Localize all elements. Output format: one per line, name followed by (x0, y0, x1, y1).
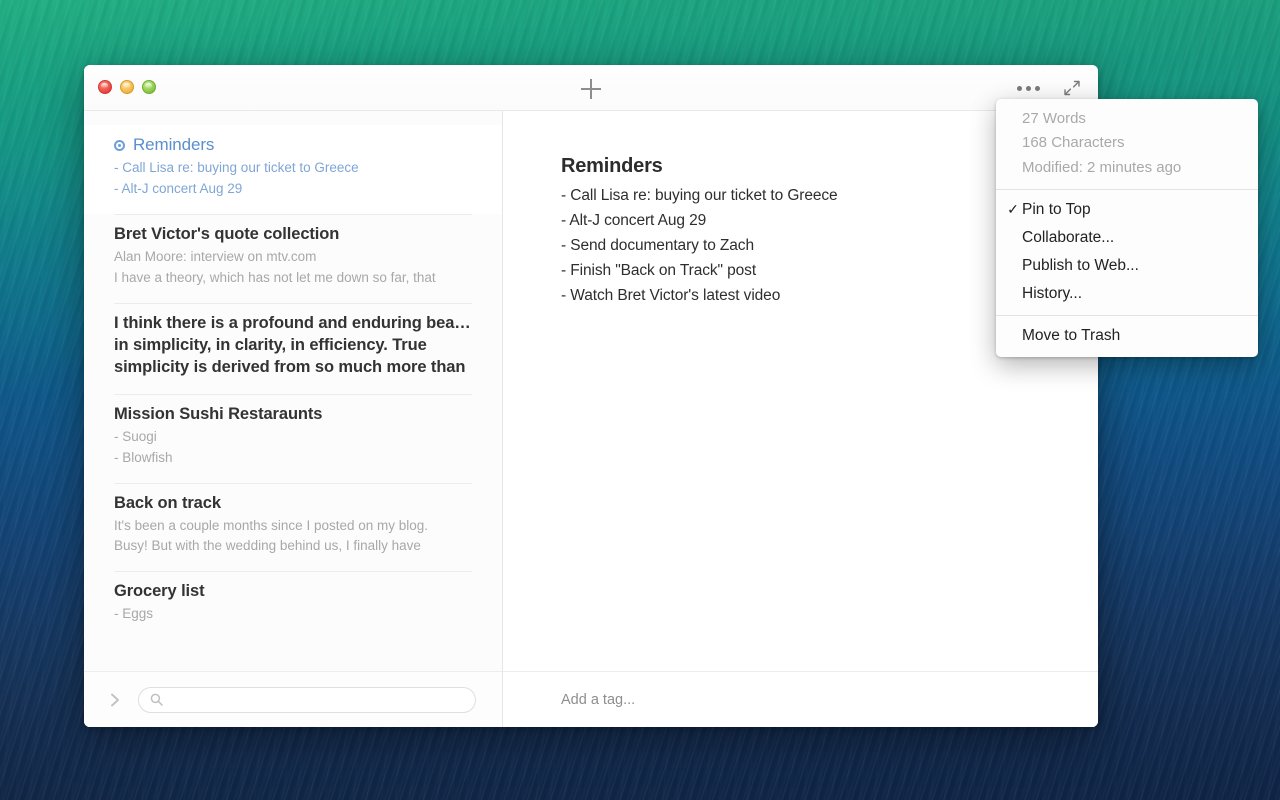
chevron-right-icon[interactable] (106, 691, 124, 709)
note-list-sidebar: Reminders - Call Lisa re: buying our tic… (84, 111, 503, 727)
note-item-title-cont: in simplicity, in clarity, in efficiency… (114, 335, 427, 354)
note-item-preview-line: I have a theory, which has not let me do… (114, 269, 436, 285)
note-item-title: Back on track (114, 493, 221, 512)
sidebar-search-bar (84, 671, 502, 727)
app-window: Reminders - Call Lisa re: buying our tic… (84, 65, 1098, 727)
list-fade-overlay (84, 645, 502, 671)
search-input[interactable] (170, 692, 464, 707)
note-list[interactable]: Reminders - Call Lisa re: buying our tic… (84, 111, 502, 671)
note-item-preview-line: - Suogi (114, 428, 157, 444)
modified-label: Modified: 2 minutes ago (1022, 158, 1182, 176)
note-item-title: Bret Victor's quote collection (114, 224, 340, 243)
note-item-title: I think there is a profound and enduring… (114, 313, 472, 332)
close-button[interactable] (98, 80, 112, 94)
note-item-preview-line: Alan Moore: interview on mtv.com (114, 248, 317, 264)
expand-diagonal-icon[interactable] (1062, 78, 1082, 98)
titlebar-actions (1017, 78, 1082, 98)
pin-icon (114, 139, 125, 151)
note-list-item-reminders[interactable]: Reminders - Call Lisa re: buying our tic… (84, 125, 502, 214)
note-list-item-mission-sushi[interactable]: Mission Sushi Restaraunts - Suogi - Blow… (84, 395, 502, 483)
menu-item-label: Collaborate... (1022, 228, 1115, 246)
note-item-preview-line: - Blowfish (114, 449, 173, 465)
ellipsis-icon[interactable] (1017, 78, 1040, 98)
window-content: Reminders - Call Lisa re: buying our tic… (84, 111, 1098, 727)
note-editor-line: - Send documentary to Zach (561, 237, 754, 255)
note-editor-line: - Call Lisa re: buying our ticket to Gre… (561, 187, 838, 204)
note-item-preview-line: - Alt-J concert Aug 29 (114, 180, 243, 196)
menu-divider (996, 315, 1258, 317)
search-field[interactable] (138, 686, 476, 713)
note-item-preview-line: It's been a couple months since I posted… (114, 517, 429, 533)
minimize-button[interactable] (120, 80, 134, 94)
tag-bar (503, 671, 1098, 727)
character-count-label: 168 Characters (1022, 134, 1125, 152)
note-editor-line: - Finish "Back on Track" post (561, 262, 757, 280)
note-editor-line: - Alt-J concert Aug 29 (561, 212, 707, 230)
menu-item-history[interactable]: History... (996, 280, 1258, 308)
menu-item-publish-to-web[interactable]: Publish to Web... (996, 252, 1258, 280)
note-item-title-cont: simplicity is derived from so much more … (114, 357, 466, 376)
menu-item-move-to-trash[interactable]: Move to Trash (996, 322, 1258, 350)
note-editor-line: - Watch Bret Victor's latest video (561, 287, 781, 305)
menu-item-label: Pin to Top (1022, 200, 1091, 218)
note-item-preview-line: - Call Lisa re: buying our ticket to Gre… (114, 160, 359, 175)
add-tag-input[interactable] (561, 691, 1040, 708)
note-options-menu: 27 Words 168 Characters Modified: 2 minu… (996, 99, 1258, 358)
word-count-label: 27 Words (1022, 110, 1086, 127)
note-list-item-bret-victor-quotes[interactable]: Bret Victor's quote collection Alan Moor… (84, 215, 502, 303)
menu-item-label: Publish to Web... (1022, 256, 1139, 274)
new-note-plus-icon[interactable] (578, 76, 604, 102)
note-list-item-simplicity-quote[interactable]: I think there is a profound and enduring… (84, 304, 502, 394)
note-item-preview-line: - Eggs (114, 606, 154, 622)
menu-item-label: History... (1022, 284, 1082, 302)
window-controls (98, 80, 156, 94)
menu-item-label: Move to Trash (1022, 327, 1121, 345)
note-list-item-back-on-track[interactable]: Back on track It's been a couple months … (84, 484, 502, 572)
note-item-preview-line: Busy! But with the wedding behind us, I … (114, 538, 421, 554)
note-item-title: Mission Sushi Restaraunts (114, 404, 323, 423)
window-titlebar (84, 65, 1098, 111)
note-list-item-grocery-list[interactable]: Grocery list - Eggs (84, 572, 502, 639)
menu-divider (996, 188, 1258, 190)
zoom-button[interactable] (142, 80, 156, 94)
note-item-title: Reminders (114, 135, 472, 155)
search-icon (150, 693, 163, 706)
note-editor-title: Reminders (561, 155, 663, 177)
menu-item-pin-to-top[interactable]: ✓ Pin to Top (996, 196, 1258, 224)
checkmark-icon: ✓ (1007, 201, 1019, 218)
note-item-title: Grocery list (114, 582, 205, 601)
menu-item-collaborate[interactable]: Collaborate... (996, 224, 1258, 252)
